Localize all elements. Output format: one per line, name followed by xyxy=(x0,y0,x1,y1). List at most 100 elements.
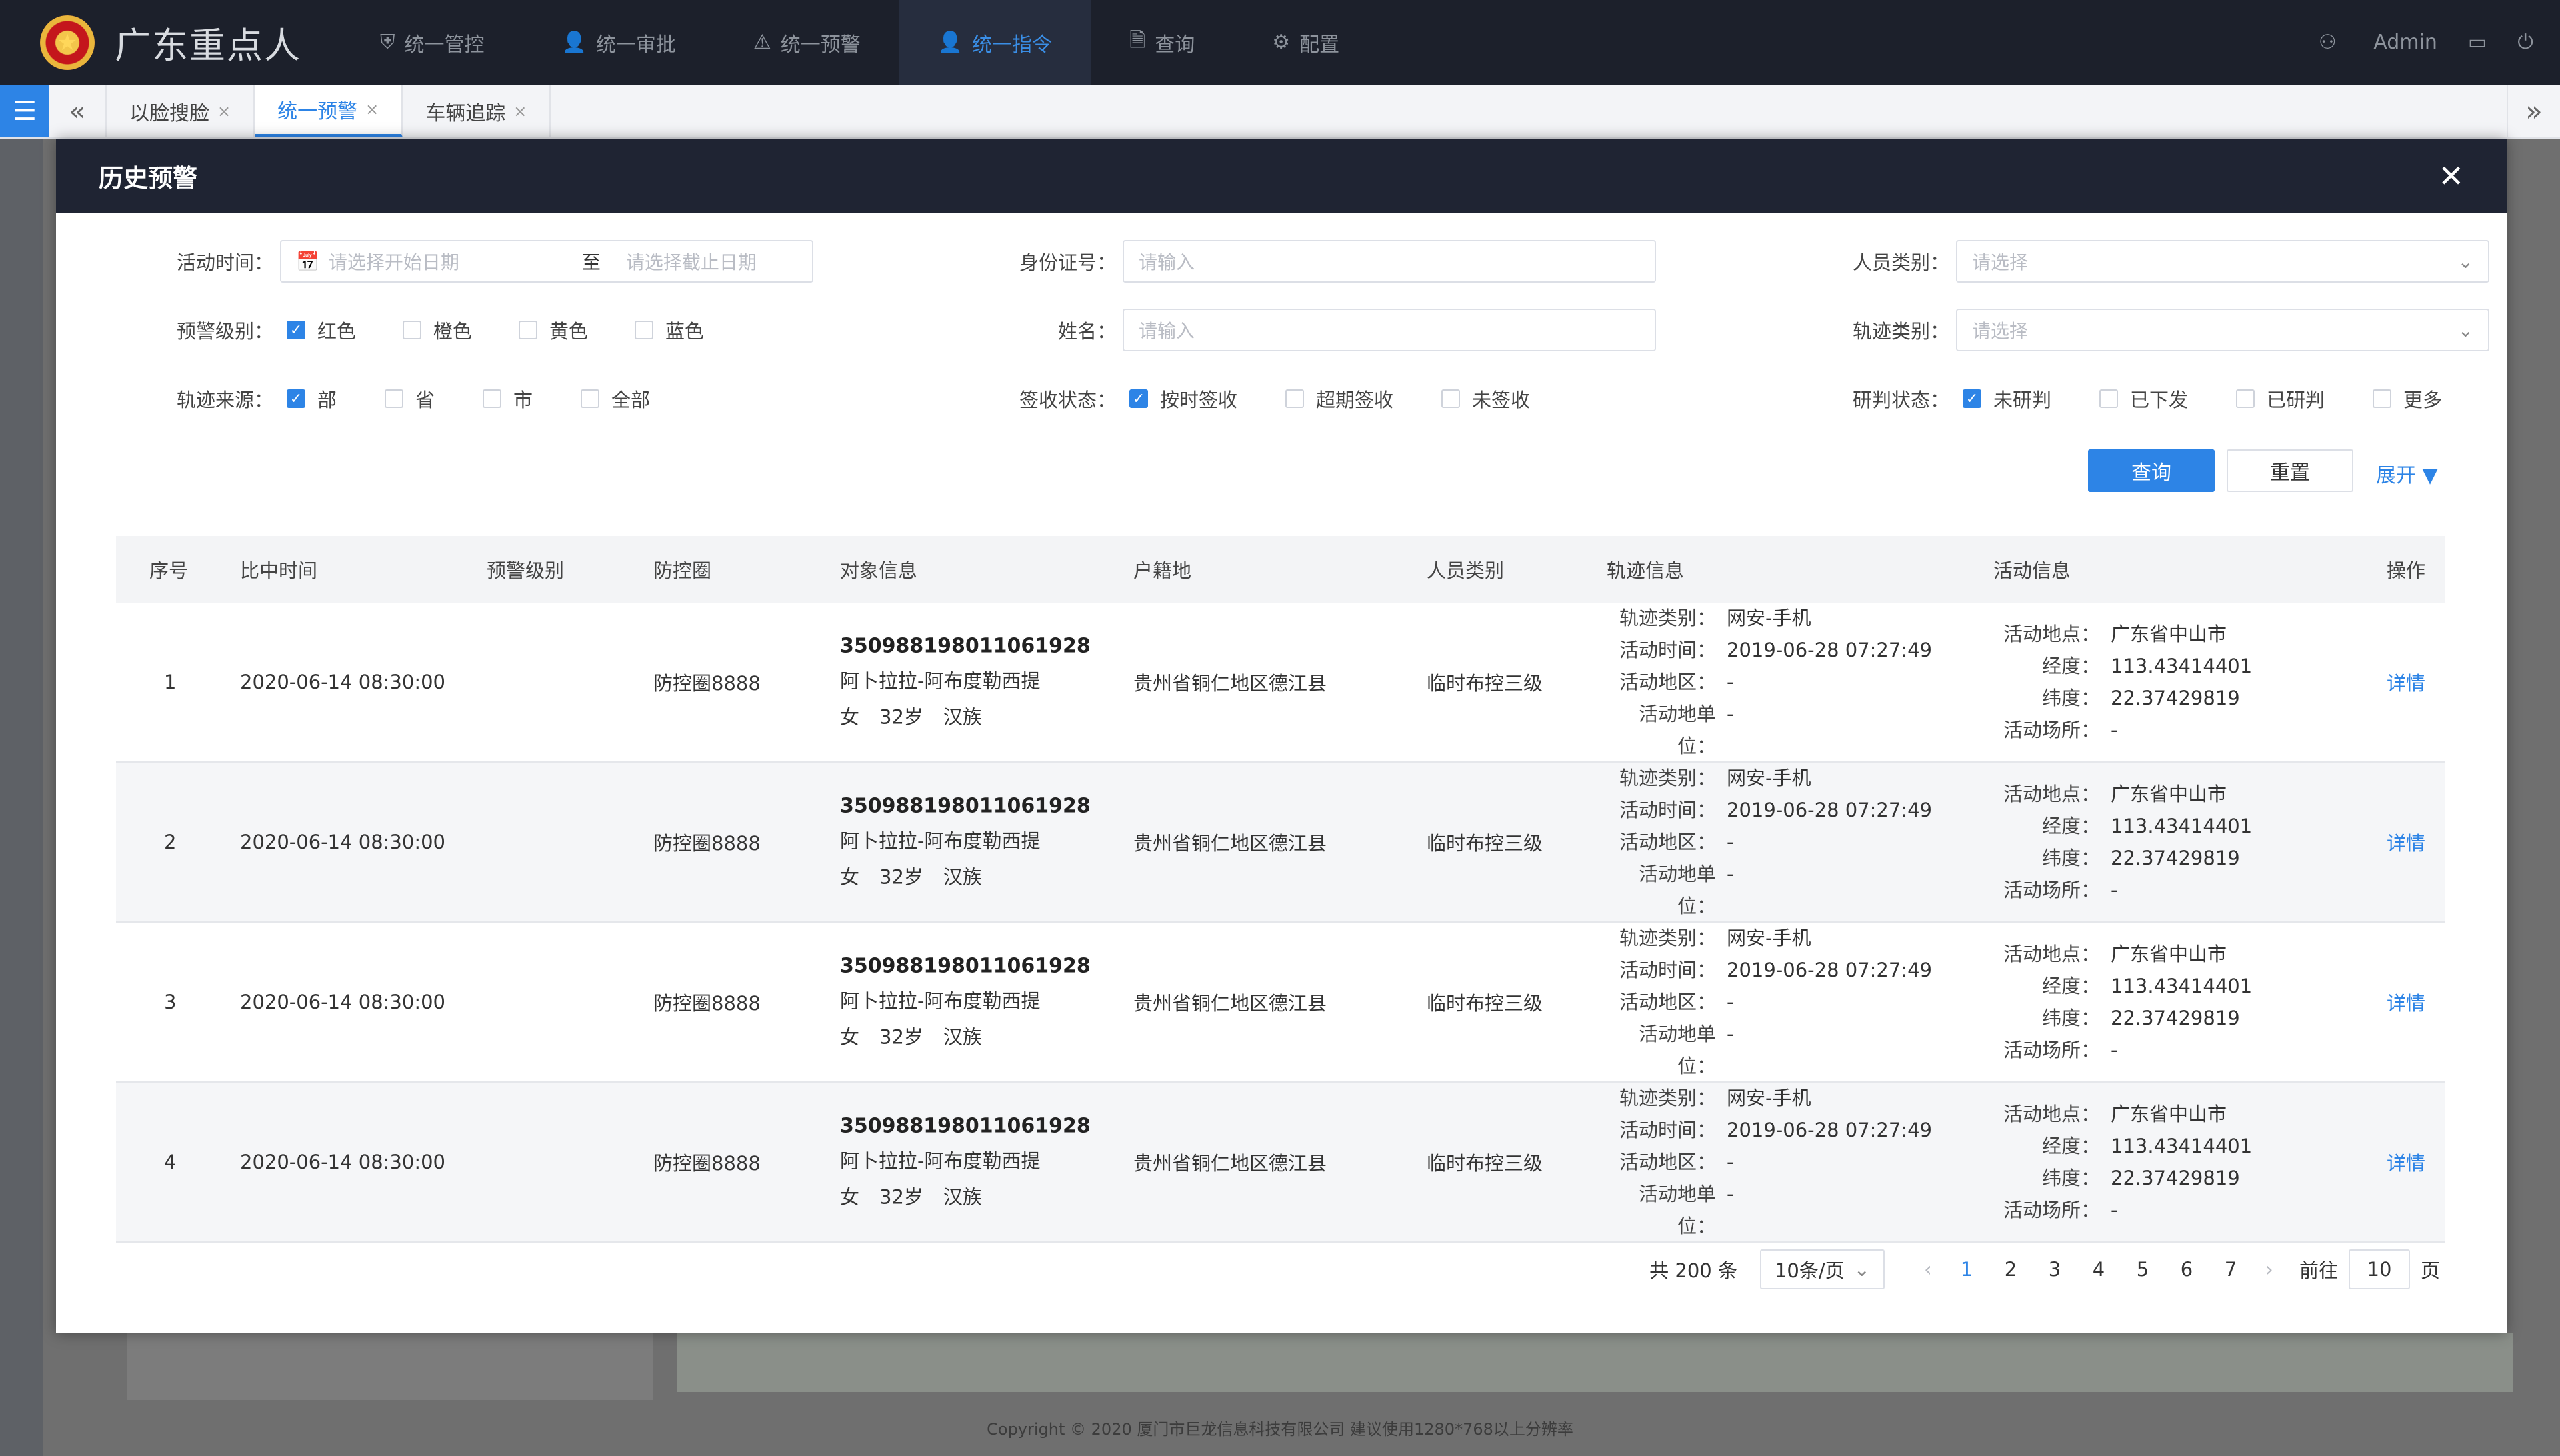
object-info: 350988198011061928 阿卜拉拉-阿布度勒西提女 32岁 汉族 xyxy=(840,794,1091,889)
close-icon[interactable]: ✕ xyxy=(2438,158,2464,194)
start-date-input[interactable]: 请选择开始日期 xyxy=(329,248,555,275)
track-field-value: 网安-手机 xyxy=(1727,1086,1811,1109)
page-size-select[interactable]: 10条/页 ⌄ xyxy=(1759,1249,1885,1289)
prev-page-icon[interactable]: ‹ xyxy=(1911,1258,1945,1281)
judge-status-checkbox-2[interactable]: 已下发 xyxy=(2099,385,2188,413)
alert-level-checkbox-3[interactable]: 黄色 xyxy=(519,316,588,344)
person-type-select[interactable]: 请选择 ⌄ xyxy=(1956,240,2489,283)
chevron-down-icon: ⌄ xyxy=(2457,250,2473,273)
track-field: 轨迹类别： 网安-手机 xyxy=(1603,602,1932,634)
alert-level-checkbox-1[interactable]: ✓ 红色 xyxy=(287,316,356,344)
activity-field-value: 113.43414401 xyxy=(2111,974,2253,997)
column-header: 序号 xyxy=(149,559,189,582)
household-registration: 贵州省铜仁地区德江县 xyxy=(1133,671,1327,695)
tab-1[interactable]: 以脸搜脸 × xyxy=(107,85,255,137)
id-number-input[interactable]: 请输入 xyxy=(1123,240,1656,283)
nav-item-6[interactable]: ⚙ 配置 xyxy=(1233,0,1378,85)
sign-status-checkbox-2[interactable]: 超期签收 xyxy=(1285,385,1393,413)
judge-status-checkbox-4[interactable]: 更多 xyxy=(2373,385,2442,413)
track-info: 轨迹类别： 网安-手机 活动时间： 2019-06-28 07:27:49 活动地区： -… xyxy=(1603,602,1932,762)
activity-field-key: 活动场所： xyxy=(2003,718,2100,741)
nav-item-label: 统一管控 xyxy=(404,33,485,57)
page-4[interactable]: 4 xyxy=(2077,1258,2121,1281)
main-nav: ⛨ 统一管控 👤 统一审批 ⚠ 统一预警 👤 统一指令 🗎 查询 ⚙ 配置 xyxy=(341,0,1378,85)
reset-button[interactable]: 重置 xyxy=(2227,449,2353,492)
activity-field: 活动场所： - xyxy=(1993,1034,2252,1066)
track-field-key: 轨迹类别： xyxy=(1619,606,1716,629)
activity-field: 纬度： 22.37429819 xyxy=(1993,842,2252,874)
alert-level-option-label: 橙色 xyxy=(433,320,473,343)
power-icon[interactable]: ⏻ xyxy=(2517,31,2533,54)
alert-level-option-label: 红色 xyxy=(317,320,357,343)
sign-status-checkbox-1[interactable]: ✓ 按时签收 xyxy=(1129,385,1237,413)
judge-status-checkbox-1[interactable]: ✓ 未研判 xyxy=(1963,385,2051,413)
nav-item-5[interactable]: 🗎 查询 xyxy=(1091,0,1233,85)
activity-field: 经度： 113.43414401 xyxy=(1993,810,2252,842)
household-registration: 贵州省铜仁地区德江县 xyxy=(1133,1151,1327,1175)
track-type-select[interactable]: 请选择 ⌄ xyxy=(1956,309,2489,351)
sign-status-checkbox-3[interactable]: 未签收 xyxy=(1441,385,1530,413)
alert-level-checkbox-4[interactable]: 蓝色 xyxy=(635,316,704,344)
nav-item-label: 统一指令 xyxy=(972,33,1053,57)
nav-item-1[interactable]: ⛨ 统一管控 xyxy=(341,0,523,85)
track-field: 活动时间： 2019-06-28 07:27:49 xyxy=(1603,634,1932,666)
nav-item-label: 查询 xyxy=(1155,33,1195,57)
nav-item-2[interactable]: 👤 统一审批 xyxy=(523,0,715,85)
gender: 女 xyxy=(840,865,860,888)
table-row: 3 2020-06-14 08:30:00 防控圈8888 3509881980110… xyxy=(116,923,2445,1083)
nav-item-3[interactable]: ⚠ 统一预警 xyxy=(715,0,899,85)
tabs-scroll-left-button[interactable]: « xyxy=(49,85,107,137)
activity-time-label: 活动时间： xyxy=(176,251,273,274)
end-date-input[interactable]: 请选择截止日期 xyxy=(626,248,757,275)
page-7[interactable]: 7 xyxy=(2209,1258,2253,1281)
column-header: 活动信息 xyxy=(1993,559,2071,582)
map-background xyxy=(677,1333,2513,1392)
sign-status-filter: 签收状态： ✓ 按时签收 超期签收 未签收 xyxy=(949,377,1578,420)
track-source-checkbox-4[interactable]: 全部 xyxy=(581,385,650,413)
alert-level-checkbox-2[interactable]: 橙色 xyxy=(403,316,472,344)
page-6[interactable]: 6 xyxy=(2165,1258,2209,1281)
detail-link[interactable]: 详情 xyxy=(2387,828,2425,856)
track-field-key: 轨迹类别： xyxy=(1619,926,1716,949)
page-2[interactable]: 2 xyxy=(1989,1258,2033,1281)
activity-field-value: - xyxy=(2111,1038,2118,1061)
close-icon[interactable]: × xyxy=(217,102,231,121)
track-field-key: 活动地单位： xyxy=(1638,1022,1716,1077)
tab-2[interactable]: 统一预警 × xyxy=(255,85,403,137)
close-icon[interactable]: × xyxy=(513,102,527,121)
ethnicity: 汉族 xyxy=(943,865,982,888)
activity-info: 活动地点： 广东省中山市 经度： 113.43414401 纬度： 22.37429819… xyxy=(1993,938,2252,1066)
track-source-checkbox-2[interactable]: 省 xyxy=(385,385,435,413)
tabs-scroll-right-button[interactable]: » xyxy=(2507,85,2560,137)
alert-level-option-label: 蓝色 xyxy=(665,320,705,343)
page-5[interactable]: 5 xyxy=(2121,1258,2165,1281)
menu-toggle-button[interactable]: ☰ xyxy=(0,85,49,137)
page-3[interactable]: 3 xyxy=(2033,1258,2077,1281)
user-icon: ⚇ xyxy=(2318,31,2337,54)
track-field-value: - xyxy=(1727,862,1734,885)
activity-field: 纬度： 22.37429819 xyxy=(1993,1162,2252,1194)
detail-link[interactable]: 详情 xyxy=(2387,1148,2425,1176)
goto-page-input[interactable]: 10 xyxy=(2348,1249,2410,1289)
detail-link[interactable]: 详情 xyxy=(2387,668,2425,696)
close-icon[interactable]: × xyxy=(365,100,379,119)
message-icon[interactable]: ▭ xyxy=(2468,31,2487,54)
user-menu[interactable]: ⚇ Admin xyxy=(2288,31,2437,54)
detail-link[interactable]: 详情 xyxy=(2387,988,2425,1016)
track-source-checkbox-3[interactable]: 市 xyxy=(483,385,533,413)
track-field: 活动地单位： - xyxy=(1603,698,1932,762)
judge-status-option-label: 已下发 xyxy=(2130,389,2189,411)
track-source-checkbox-1[interactable]: ✓ 部 xyxy=(287,385,337,413)
tab-3[interactable]: 车辆追踪 × xyxy=(403,85,551,137)
nav-item-4[interactable]: 👤 统一指令 xyxy=(899,0,1091,85)
date-range-picker[interactable]: 📅 请选择开始日期 至 请选择截止日期 xyxy=(280,240,813,283)
activity-field-value: 广东省中山市 xyxy=(2111,622,2227,645)
page-1[interactable]: 1 xyxy=(1945,1258,1989,1281)
next-page-icon[interactable]: › xyxy=(2253,1258,2286,1281)
expand-filters-link[interactable]: 展开 ▼ xyxy=(2376,459,2438,488)
judge-status-checkbox-3[interactable]: 已研判 xyxy=(2236,385,2325,413)
tab-label: 统一预警 xyxy=(277,100,358,123)
query-button[interactable]: 查询 xyxy=(2088,449,2215,492)
name-input[interactable]: 请输入 xyxy=(1123,309,1656,351)
alert-level-filter: 预警级别： ✓ 红色 橙色 黄色 蓝色 xyxy=(83,309,751,351)
